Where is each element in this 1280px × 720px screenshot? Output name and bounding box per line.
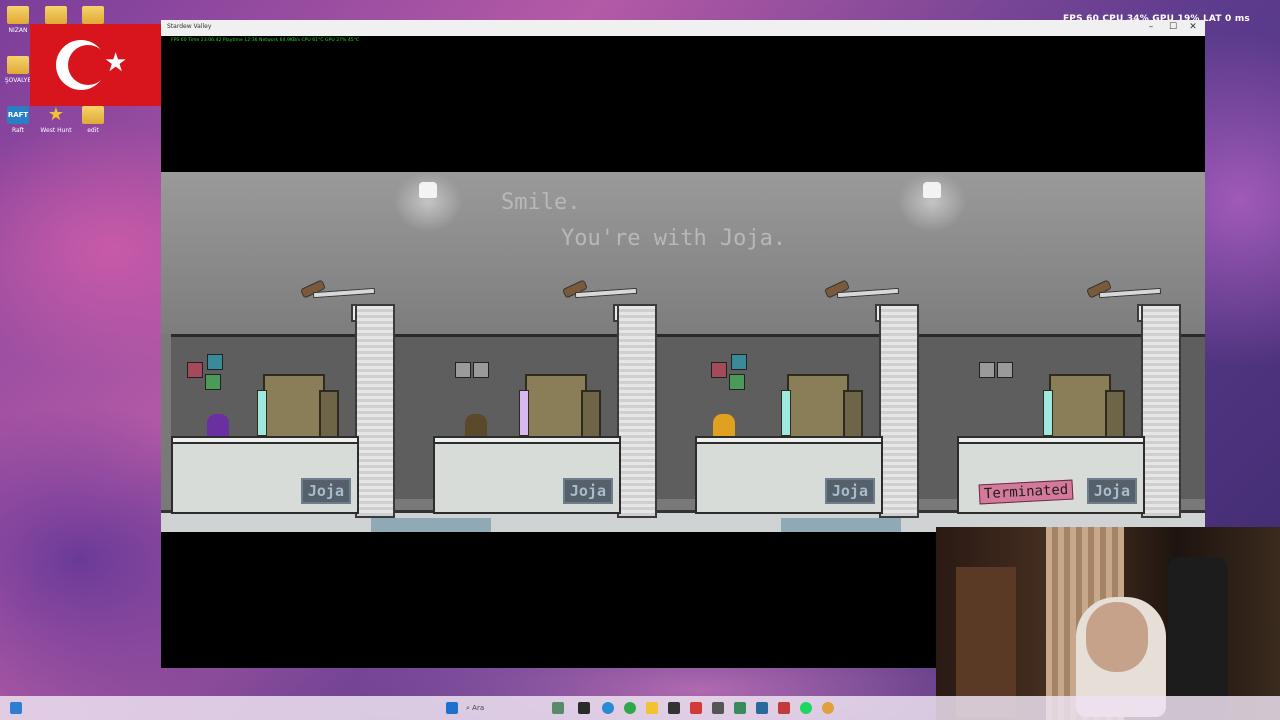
app-icon[interactable]	[552, 702, 564, 714]
folder-icon	[82, 6, 104, 24]
widgets-icon[interactable]	[10, 702, 22, 714]
folder-icon	[7, 6, 29, 24]
computer-vent	[843, 390, 863, 440]
streamer-face	[1086, 602, 1148, 672]
window-title: Stardew Valley	[167, 23, 212, 30]
file-explorer-icon[interactable]	[646, 702, 658, 714]
cubicle-pillar	[879, 304, 919, 518]
slogan-line-1: Smile.	[501, 190, 581, 215]
cubicle-2: Joja	[433, 279, 657, 518]
retro-computer-icon	[519, 374, 601, 440]
retro-computer-icon	[1043, 374, 1125, 440]
bookshelf	[956, 567, 1016, 717]
terminated-sign: Terminated	[978, 479, 1074, 505]
minimize-button[interactable]: –	[1141, 22, 1161, 32]
app-icon[interactable]	[668, 702, 680, 714]
floor-tile	[371, 518, 491, 532]
app-icon[interactable]	[734, 702, 746, 714]
computer-vent	[1105, 390, 1125, 440]
crescent-cutout	[68, 45, 108, 85]
app-icon[interactable]	[778, 702, 790, 714]
computer-vent	[319, 390, 339, 440]
cubicle-4: Terminated Joja	[957, 279, 1181, 518]
sticky-notes	[187, 354, 223, 392]
sheriff-star-icon: ★	[47, 104, 65, 125]
desk: Joja	[433, 442, 621, 514]
desktop-icon-label: West Hunt	[40, 127, 72, 134]
windows-start-icon[interactable]	[446, 702, 458, 714]
chrome-icon[interactable]	[624, 702, 636, 714]
computer-screen	[257, 390, 267, 436]
joja-logo: Joja	[824, 478, 875, 504]
desktop-icon-raft[interactable]: RAFT Raft	[0, 106, 38, 134]
computer-screen	[1043, 390, 1053, 436]
computer-screen	[781, 390, 791, 436]
desk: Joja	[695, 442, 883, 514]
light-glow	[897, 172, 967, 232]
turkish-flag-widget: ★	[30, 24, 170, 106]
note	[207, 354, 223, 370]
ceiling-lamp-icon	[419, 182, 437, 198]
task-view-icon[interactable]	[578, 702, 590, 714]
stats-overlay-line: FPS 60 Time 23:06:42 Playtime 12:36 Netw…	[171, 38, 360, 43]
retro-computer-icon	[781, 374, 863, 440]
desk: Terminated Joja	[957, 442, 1145, 514]
ceiling-lamp-icon	[923, 182, 941, 198]
note	[455, 362, 471, 378]
desktop-icon-edit[interactable]: edit	[73, 106, 113, 134]
search-placeholder: Ara	[472, 704, 485, 712]
joja-logo: Joja	[300, 478, 351, 504]
folder-icon	[82, 106, 104, 124]
star-icon: ★	[104, 48, 128, 78]
note	[979, 362, 995, 378]
cubicle-3: Joja	[695, 279, 919, 518]
app-icon[interactable]	[690, 702, 702, 714]
spotify-icon[interactable]	[800, 702, 812, 714]
note	[473, 362, 489, 378]
computer-vent	[581, 390, 601, 440]
taskbar-search[interactable]: ⌕ Ara	[466, 701, 546, 715]
joja-logo: Joja	[1086, 478, 1137, 504]
note	[997, 362, 1013, 378]
folder-icon	[45, 6, 67, 24]
light-glow	[393, 172, 463, 232]
cubicle-pillar	[1141, 304, 1181, 518]
desktop-icon-label: ŞOVALYE	[4, 77, 32, 84]
desktop-icon-label: Raft	[11, 127, 25, 134]
desktop-icon-label: NIZAN	[8, 27, 28, 34]
desk: Joja	[171, 442, 359, 514]
edge-icon[interactable]	[602, 702, 614, 714]
window-titlebar[interactable]: Stardew Valley – ☐ ✕	[161, 20, 1205, 36]
app-icon[interactable]	[822, 702, 834, 714]
cubicle-1: Joja	[171, 279, 395, 518]
search-icon: ⌕	[466, 704, 470, 712]
joja-logo: Joja	[562, 478, 613, 504]
floor-tile	[781, 518, 901, 532]
desktop-icon-label: edit	[87, 127, 99, 134]
app-icon[interactable]	[756, 702, 768, 714]
raft-icon: RAFT	[7, 106, 29, 124]
sticky-notes	[711, 354, 747, 392]
desktop-icon-west-hunt[interactable]: ★ West Hunt	[36, 104, 76, 135]
note	[187, 362, 203, 378]
cubicle-pillar	[355, 304, 395, 518]
close-button[interactable]: ✕	[1183, 22, 1203, 32]
cubicle-pillar	[617, 304, 657, 518]
game-scene[interactable]: Smile. You're with Joja. Joja Joja Joja …	[161, 172, 1205, 532]
maximize-button[interactable]: ☐	[1163, 22, 1183, 32]
sticky-notes	[973, 354, 1013, 392]
sticky-notes	[449, 354, 489, 392]
note	[205, 374, 221, 390]
office-upper-wall	[161, 172, 1205, 334]
computer-screen	[519, 390, 529, 436]
retro-computer-icon	[257, 374, 339, 440]
note	[731, 354, 747, 370]
note	[729, 374, 745, 390]
webcam-overlay	[936, 527, 1280, 720]
taskbar: ⌕ Ara	[0, 696, 1280, 720]
folder-icon	[7, 56, 29, 74]
app-icon[interactable]	[712, 702, 724, 714]
note	[711, 362, 727, 378]
slogan-line-2: You're with Joja.	[561, 226, 787, 251]
